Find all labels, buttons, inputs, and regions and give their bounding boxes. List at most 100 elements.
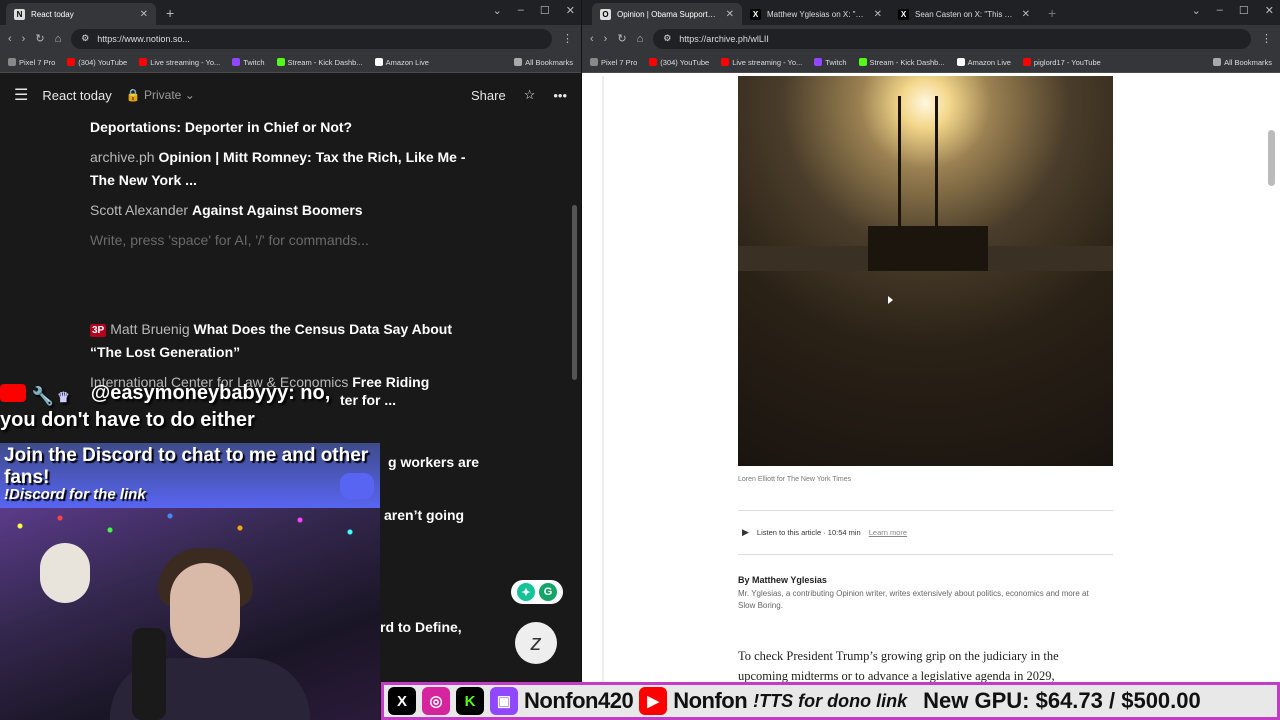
youtube-icon (0, 384, 26, 402)
right-toolbar: ‹ › ↻ ⌂ ⚙ https://archive.ph/wlLII ⋮ (582, 25, 1280, 52)
reload-icon[interactable]: ↻ (617, 32, 626, 45)
amazon-icon (374, 58, 383, 66)
minimize-icon[interactable]: – (518, 4, 524, 17)
scrollbar[interactable] (1268, 130, 1275, 186)
article-body: To check President Trump’s growing grip … (738, 649, 1059, 683)
privacy-toggle[interactable]: 🔒 Private ⌄ (126, 88, 195, 102)
grammarly-widget[interactable]: ✦ G (511, 580, 563, 604)
x-icon: X (388, 687, 416, 715)
left-tabstrip: N React today ✕ + ⌄ – ☐ ✕ (0, 0, 581, 25)
bookmark-item[interactable]: Pixel 7 Pro (8, 58, 55, 67)
bookmark-item[interactable]: Twitch (232, 58, 265, 67)
partial-link: rd to Define, (380, 619, 462, 635)
discord-banner: Join the Discord to chat to me and other… (0, 443, 380, 508)
site-info-icon[interactable]: ⚙ (663, 33, 671, 44)
list-item[interactable]: Deportations: Deporter in Chief or Not? (90, 116, 480, 139)
twitch-icon (814, 58, 823, 66)
menu-icon[interactable]: ☰ (14, 85, 28, 105)
tab-opinion[interactable]: O Opinion | Obama Supported It ✕ (592, 3, 742, 25)
home-icon[interactable]: ⌂ (637, 33, 644, 45)
wrench-icon: 🔧 (31, 386, 54, 406)
page-gutter (602, 76, 604, 720)
photo-credit: Loren Elliott for The New York Times (738, 476, 852, 483)
folder-icon (1213, 58, 1222, 66)
byline-block: By Matthew Yglesias Mr. Yglesias, a cont… (738, 575, 1108, 612)
list-item[interactable]: 3P Matt Bruenig What Does the Census Data… (90, 318, 480, 364)
new-tab-icon[interactable]: + (166, 5, 174, 21)
back-icon[interactable]: ‹ (8, 33, 12, 45)
bookmark-item[interactable]: Stream - Kick Dashb... (276, 58, 363, 67)
nyt-icon: O (600, 8, 611, 20)
page-title: React today (42, 87, 112, 103)
maximize-icon[interactable]: ☐ (540, 4, 550, 17)
maximize-icon[interactable]: ☐ (1239, 4, 1249, 17)
list-item[interactable]: Scott Alexander Against Against Boomers (90, 199, 480, 222)
tab-search-icon[interactable]: ⌄ (1192, 4, 1201, 17)
bookmark-item[interactable]: piglord17 - YouTube (1022, 58, 1101, 67)
scrollbar[interactable] (572, 205, 577, 380)
bookmark-item[interactable]: (304) YouTube (649, 58, 709, 67)
learn-more-link[interactable]: Learn more (869, 528, 907, 537)
more-options-icon[interactable]: ••• (553, 88, 567, 103)
close-window-icon[interactable]: ✕ (566, 4, 575, 17)
article-photo (738, 76, 1113, 466)
minimize-icon[interactable]: – (1217, 4, 1223, 17)
bookmark-icon (8, 58, 16, 66)
ai-assistant-icon[interactable]: ᴢ (515, 622, 557, 664)
tab-react-today[interactable]: N React today ✕ (6, 3, 156, 25)
extensions-icon[interactable]: ⋮ (1261, 32, 1272, 45)
forward-icon[interactable]: › (604, 33, 608, 45)
extensions-icon[interactable]: ⋮ (562, 32, 573, 45)
bookmark-item[interactable]: (304) YouTube (67, 58, 127, 67)
bookmark-item[interactable]: Pixel 7 Pro (590, 58, 637, 67)
all-bookmarks[interactable]: All Bookmarks (1213, 58, 1272, 67)
address-bar[interactable]: ⚙ https://www.notion.so... (71, 28, 552, 49)
share-button[interactable]: Share (471, 88, 506, 103)
youtube-icon: ▶ (639, 687, 668, 715)
bookmark-item[interactable]: Live streaming - Yo... (721, 58, 802, 67)
bookmark-item[interactable]: Stream - Kick Dashb... (858, 58, 945, 67)
window-controls: ⌄ – ☐ ✕ (493, 4, 575, 17)
reload-icon[interactable]: ↻ (35, 32, 44, 45)
editor-placeholder[interactable]: Write, press 'space' for AI, '/' for com… (90, 229, 480, 252)
favorite-star-icon[interactable]: ☆ (524, 87, 536, 103)
partial-link: aren’t going (384, 507, 465, 523)
tab-casten-x[interactable]: X Sean Casten on X: "This Yglesia ✕ (890, 3, 1038, 25)
left-bookmarks-bar: Pixel 7 Pro (304) YouTube Live streaming… (0, 52, 581, 73)
notion-content: Deportations: Deporter in Chief or Not? … (90, 116, 480, 401)
bookmark-item[interactable]: Amazon Live (374, 58, 429, 67)
address-bar[interactable]: ⚙ https://archive.ph/wlLII (653, 28, 1251, 49)
bookmark-item[interactable]: Amazon Live (956, 58, 1011, 67)
grammarly-bulb-icon: ✦ (517, 583, 535, 601)
youtube-icon (139, 58, 148, 66)
close-tab-icon[interactable]: ✕ (140, 9, 148, 20)
close-tab-icon[interactable]: ✕ (874, 9, 882, 20)
byline[interactable]: By Matthew Yglesias (738, 575, 1108, 585)
string-lights (0, 508, 380, 548)
oil-rig-tower (898, 96, 938, 246)
amazon-icon (956, 58, 965, 66)
bookmark-item[interactable]: Twitch (814, 58, 847, 67)
site-info-icon[interactable]: ⚙ (81, 33, 89, 44)
new-tab-icon[interactable]: + (1048, 5, 1056, 21)
window-controls: ⌄ – ☐ ✕ (1192, 4, 1274, 17)
forward-icon[interactable]: › (22, 33, 26, 45)
close-window-icon[interactable]: ✕ (1265, 4, 1274, 17)
list-item[interactable]: archive.ph Opinion | Mitt Romney: Tax th… (90, 146, 480, 192)
bookmark-item[interactable]: Live streaming - Yo... (139, 58, 220, 67)
youtube-icon (721, 58, 730, 66)
discord-title: Join the Discord to chat to me and other… (4, 445, 369, 488)
home-icon[interactable]: ⌂ (55, 33, 62, 45)
listen-label: Listen to this article · 10:54 min (756, 528, 861, 537)
tab-search-icon[interactable]: ⌄ (493, 4, 502, 17)
play-icon[interactable]: ▶ (742, 527, 749, 538)
tab-yglesias-x[interactable]: X Matthew Yglesias on X: "Okay, ✕ (742, 3, 890, 25)
x-icon: X (898, 8, 909, 20)
oil-rig-base (868, 226, 988, 271)
close-tab-icon[interactable]: ✕ (726, 9, 734, 20)
notion-header: ☰ React today 🔒 Private ⌄ Share ☆ ••• (0, 73, 581, 117)
back-icon[interactable]: ‹ (590, 33, 594, 45)
close-tab-icon[interactable]: ✕ (1022, 9, 1030, 20)
source-badge: 3P (90, 324, 107, 337)
all-bookmarks[interactable]: All Bookmarks (514, 58, 573, 67)
